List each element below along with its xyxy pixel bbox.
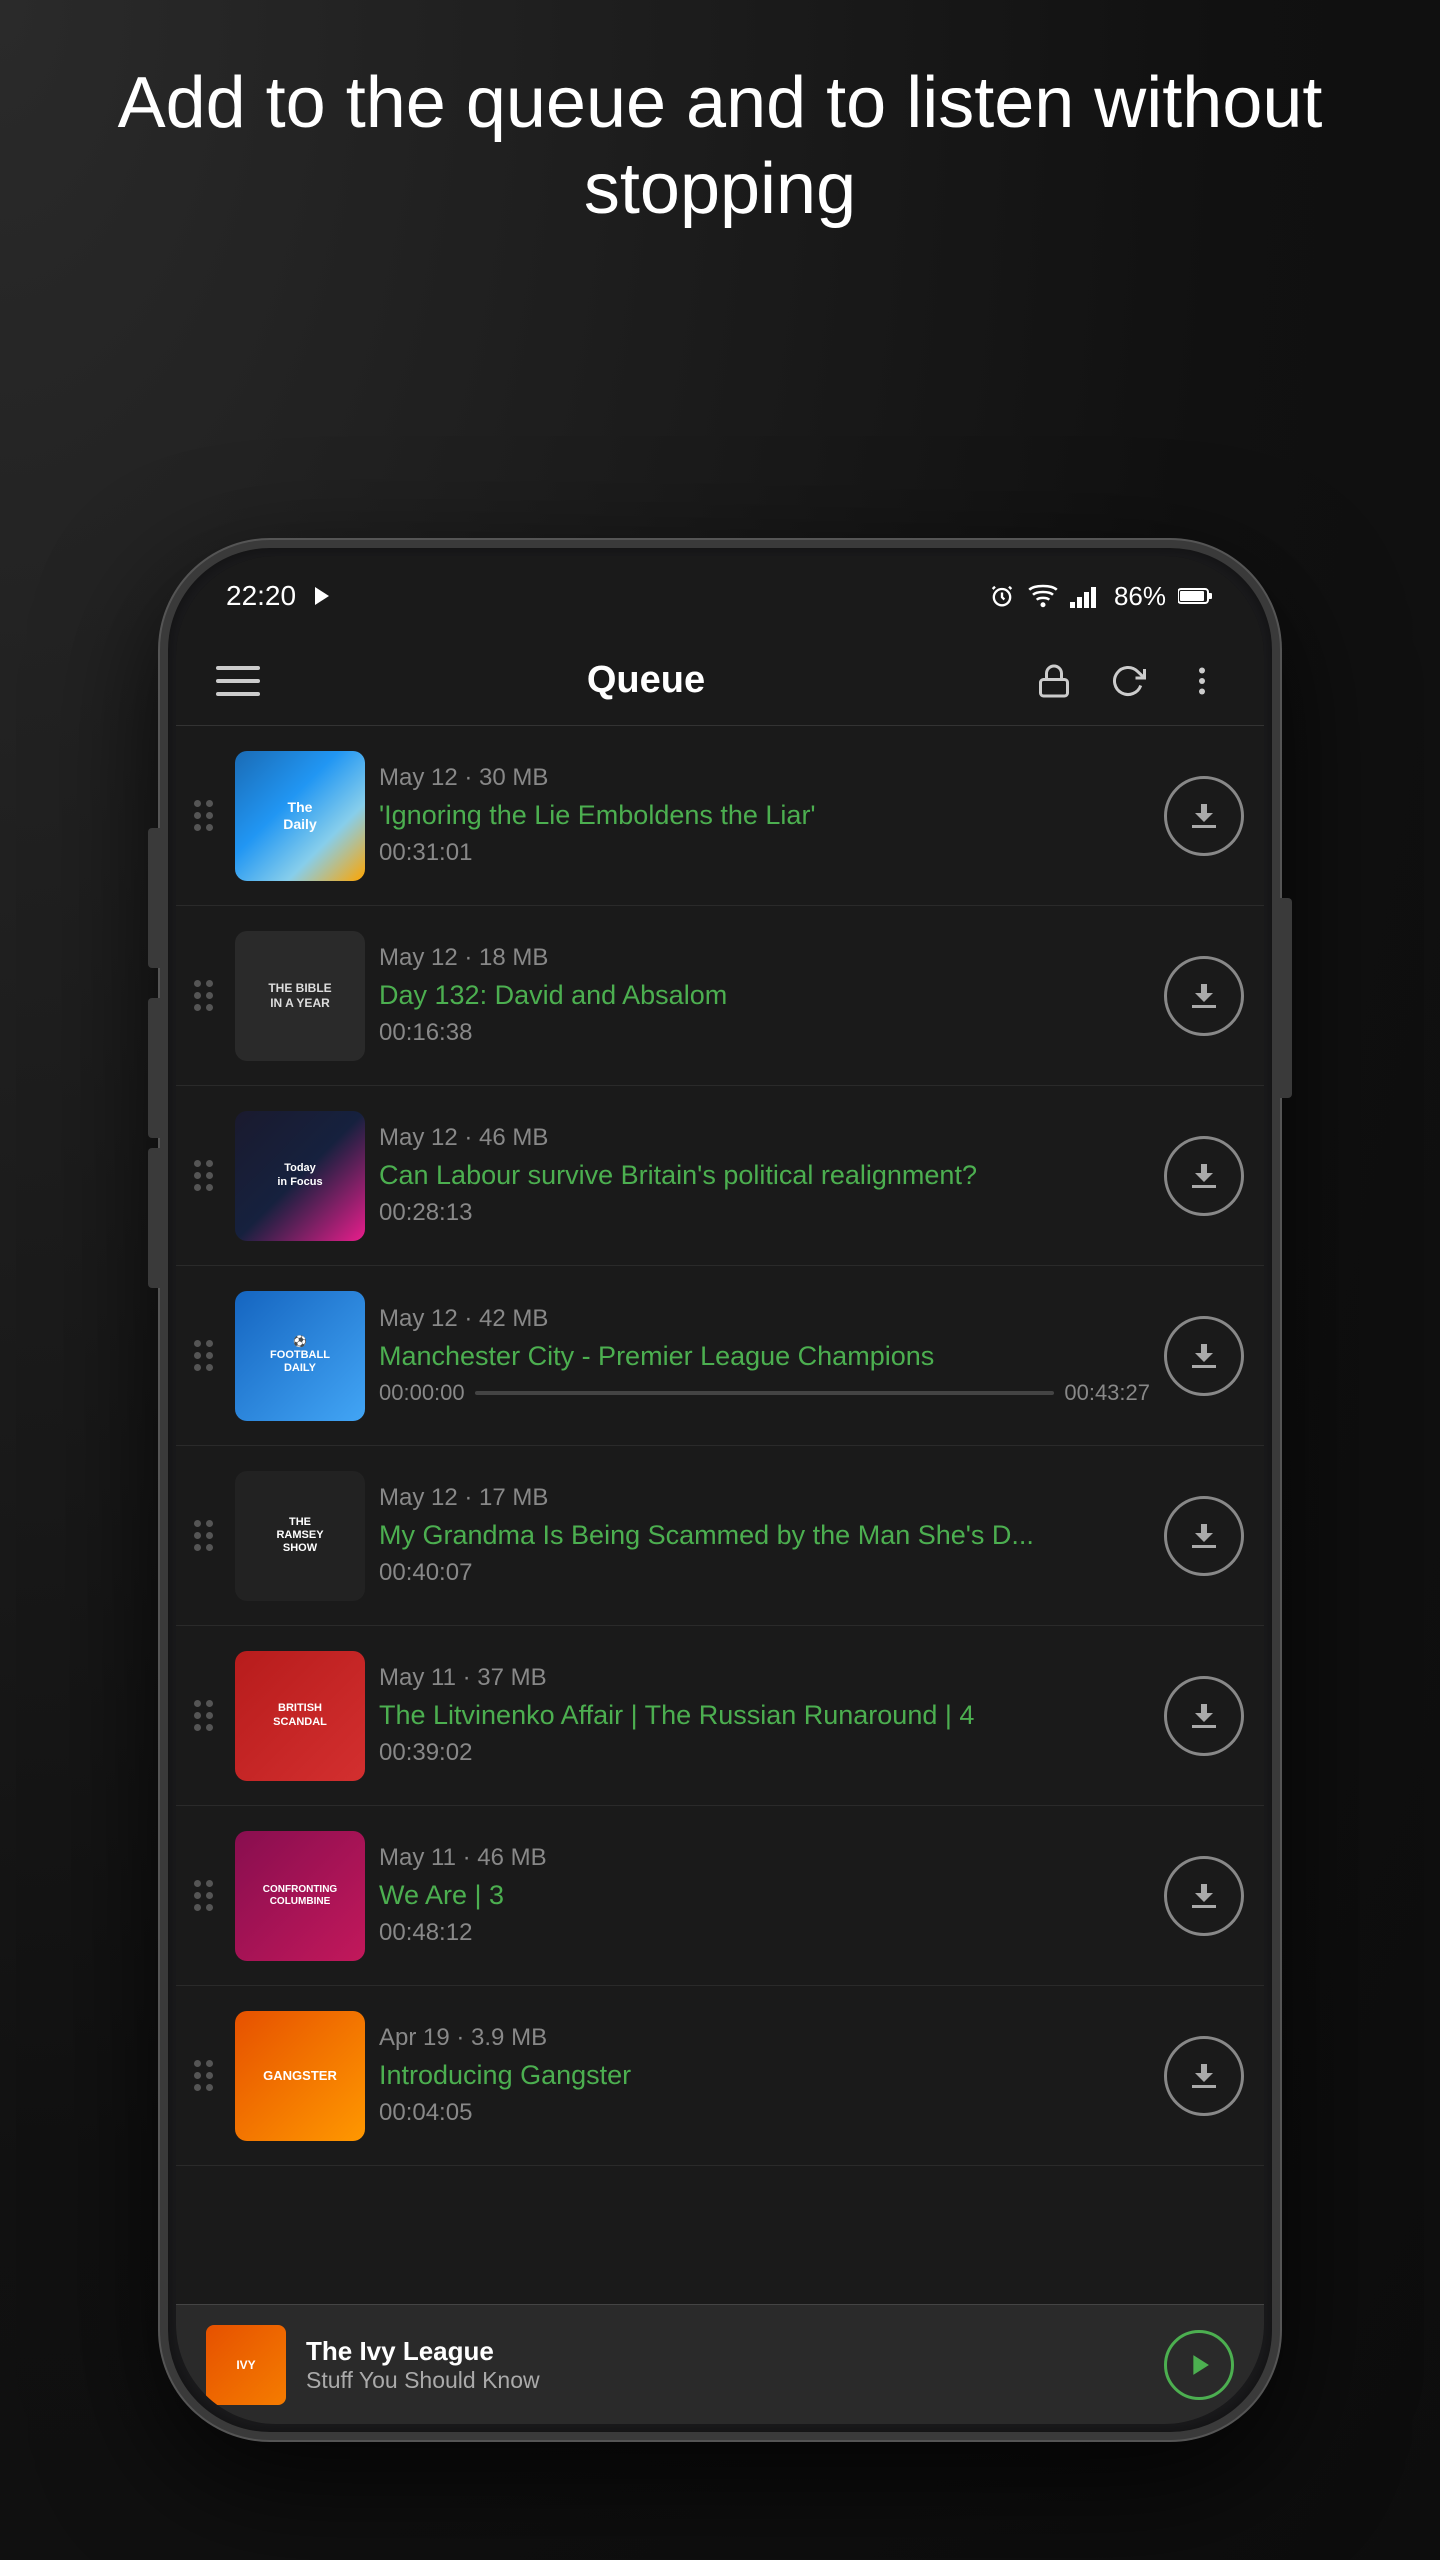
podcast-thumbnail: CONFRONTINGCOLUMBINE	[235, 1831, 365, 1961]
phone-screen: 22:20 86%	[176, 556, 1264, 2424]
podcast-thumbnail: Todayin Focus	[235, 1111, 365, 1241]
drag-handle[interactable]	[186, 972, 221, 1019]
podcast-date-size: May 11 · 46 MB	[379, 1844, 1150, 1872]
play-indicator-icon	[310, 584, 334, 608]
toolbar-actions	[1032, 659, 1224, 703]
phone-shell: 22:20 86%	[160, 540, 1280, 2440]
podcast-date-size: Apr 19 · 3.9 MB	[379, 2024, 1150, 2052]
menu-icon[interactable]	[216, 666, 260, 696]
podcast-episode-title: My Grandma Is Being Scammed by the Man S…	[379, 1518, 1150, 1553]
podcast-date-size: May 12 · 18 MB	[379, 944, 1150, 972]
podcast-episode-title: 'Ignoring the Lie Emboldens the Liar'	[379, 798, 1150, 833]
queue-item[interactable]: TheDaily May 12 · 30 MB 'Ignoring the Li…	[176, 726, 1264, 906]
podcast-episode-title: Can Labour survive Britain's political r…	[379, 1158, 1150, 1193]
drag-handle[interactable]	[186, 1872, 221, 1919]
queue-item[interactable]: BRITISHSCANDAL May 11 · 37 MB The Litvin…	[176, 1626, 1264, 1806]
podcast-date-size: May 12 · 42 MB	[379, 1305, 1150, 1333]
podcast-episode-title: Day 132: David and Absalom	[379, 978, 1150, 1013]
download-button[interactable]	[1164, 1316, 1244, 1396]
drag-handle[interactable]	[186, 792, 221, 839]
podcast-duration: 00:39:02	[379, 1739, 1150, 1767]
now-playing-info: The Ivy League Stuff You Should Know	[306, 2336, 1144, 2394]
podcast-duration: 00:40:07	[379, 1559, 1150, 1587]
download-button[interactable]	[1164, 1856, 1244, 1936]
podcast-duration: 00:04:05	[379, 2099, 1150, 2127]
podcast-duration: 00:28:13	[379, 1199, 1150, 1227]
status-icons-area: 86%	[988, 581, 1214, 612]
now-playing-title: The Ivy League	[306, 2336, 1144, 2367]
podcast-date-size: May 11 · 37 MB	[379, 1664, 1150, 1692]
podcast-thumbnail: THE BIBLEIN A YEAR	[235, 931, 365, 1061]
now-playing-thumbnail: IVY	[206, 2325, 286, 2405]
toolbar-title: Queue	[290, 659, 1002, 702]
podcast-duration: 00:31:01	[379, 839, 1150, 867]
progress-start: 00:00:00	[379, 1380, 465, 1406]
queue-item[interactable]: THE BIBLEIN A YEAR May 12 · 18 MB Day 13…	[176, 906, 1264, 1086]
podcast-duration: 00:16:38	[379, 1019, 1150, 1047]
wifi-icon	[1028, 582, 1058, 610]
drag-handle[interactable]	[186, 2052, 221, 2099]
download-button[interactable]	[1164, 1496, 1244, 1576]
podcast-info: Apr 19 · 3.9 MB Introducing Gangster 00:…	[379, 2024, 1150, 2127]
download-button[interactable]	[1164, 1136, 1244, 1216]
podcast-thumbnail: TheDaily	[235, 751, 365, 881]
progress-bar	[475, 1391, 1055, 1395]
podcast-thumbnail: ⚽FOOTBALLDAILY	[235, 1291, 365, 1421]
alarm-icon	[988, 582, 1016, 610]
phone-device: 22:20 86%	[160, 540, 1280, 2440]
progress-bar-container: 00:00:00 00:43:27	[379, 1380, 1150, 1406]
battery-icon	[1178, 586, 1214, 606]
podcast-info: May 11 · 37 MB The Litvinenko Affair | T…	[379, 1664, 1150, 1767]
status-bar: 22:20 86%	[176, 556, 1264, 636]
now-playing-subtitle: Stuff You Should Know	[306, 2367, 1144, 2394]
status-time-area: 22:20	[226, 580, 334, 612]
podcast-episode-title: Manchester City - Premier League Champio…	[379, 1339, 1150, 1374]
podcast-info: May 12 · 18 MB Day 132: David and Absalo…	[379, 944, 1150, 1047]
page-header: Add to the queue and to listen without s…	[0, 60, 1440, 233]
podcast-date-size: May 12 · 17 MB	[379, 1484, 1150, 1512]
queue-item[interactable]: THERAMSEYSHOW May 12 · 17 MB My Grandma …	[176, 1446, 1264, 1626]
header-title: Add to the queue and to listen without s…	[118, 63, 1323, 229]
lock-icon[interactable]	[1032, 659, 1076, 703]
drag-handle[interactable]	[186, 1332, 221, 1379]
podcast-info: May 12 · 42 MB Manchester City - Premier…	[379, 1305, 1150, 1406]
battery-percent: 86%	[1114, 581, 1166, 612]
podcast-episode-title: Introducing Gangster	[379, 2058, 1150, 2093]
podcast-thumbnail: BRITISHSCANDAL	[235, 1651, 365, 1781]
podcast-duration: 00:48:12	[379, 1919, 1150, 1947]
queue-item[interactable]: GANGSTER Apr 19 · 3.9 MB Introducing Gan…	[176, 1986, 1264, 2166]
download-button[interactable]	[1164, 2036, 1244, 2116]
now-playing-bar[interactable]: IVY The Ivy League Stuff You Should Know	[176, 2304, 1264, 2424]
download-button[interactable]	[1164, 956, 1244, 1036]
podcast-thumbnail: THERAMSEYSHOW	[235, 1471, 365, 1601]
app-toolbar: Queue	[176, 636, 1264, 726]
podcast-date-size: May 12 · 30 MB	[379, 764, 1150, 792]
podcast-info: May 12 · 30 MB 'Ignoring the Lie Embolde…	[379, 764, 1150, 867]
download-button[interactable]	[1164, 776, 1244, 856]
drag-handle[interactable]	[186, 1152, 221, 1199]
progress-end: 00:43:27	[1064, 1380, 1150, 1406]
more-vertical-icon[interactable]	[1180, 659, 1224, 703]
podcast-info: May 11 · 46 MB We Are | 3 00:48:12	[379, 1844, 1150, 1947]
podcast-episode-title: The Litvinenko Affair | The Russian Runa…	[379, 1698, 1150, 1733]
queue-list: TheDaily May 12 · 30 MB 'Ignoring the Li…	[176, 726, 1264, 2304]
podcast-info: May 12 · 46 MB Can Labour survive Britai…	[379, 1124, 1150, 1227]
queue-item[interactable]: ⚽FOOTBALLDAILY May 12 · 42 MB Manchester…	[176, 1266, 1264, 1446]
download-button[interactable]	[1164, 1676, 1244, 1756]
drag-handle[interactable]	[186, 1692, 221, 1739]
play-button[interactable]	[1164, 2330, 1234, 2400]
drag-handle[interactable]	[186, 1512, 221, 1559]
podcast-thumbnail: GANGSTER	[235, 2011, 365, 2141]
queue-item[interactable]: CONFRONTINGCOLUMBINE May 11 · 46 MB We A…	[176, 1806, 1264, 1986]
podcast-info: May 12 · 17 MB My Grandma Is Being Scamm…	[379, 1484, 1150, 1587]
signal-icon	[1070, 584, 1102, 608]
podcast-episode-title: We Are | 3	[379, 1878, 1150, 1913]
clock-time: 22:20	[226, 580, 296, 612]
refresh-icon[interactable]	[1106, 659, 1150, 703]
podcast-date-size: May 12 · 46 MB	[379, 1124, 1150, 1152]
queue-item[interactable]: Todayin Focus May 12 · 46 MB Can Labour …	[176, 1086, 1264, 1266]
